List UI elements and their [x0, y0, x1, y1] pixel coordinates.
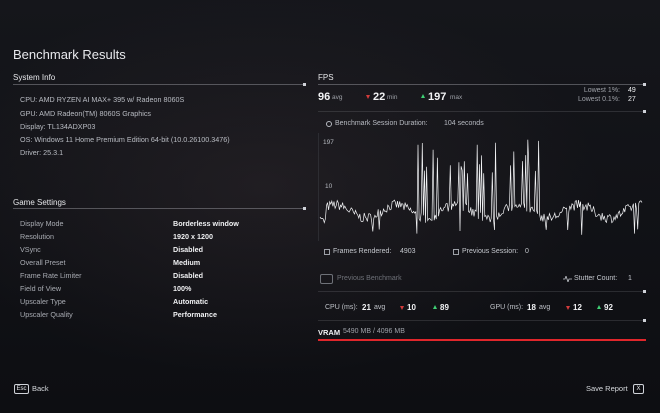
cpu-avg: 21 [362, 303, 371, 312]
previous-benchmark-button[interactable]: Previous Benchmark [337, 275, 402, 282]
setting-label: Display Mode [20, 219, 64, 228]
duration-value: 104 seconds [444, 120, 484, 127]
cpu-min-down-icon [400, 306, 404, 310]
divider [318, 290, 646, 293]
fps-line [319, 139, 643, 235]
fps-min-label: min [387, 94, 398, 101]
page-title: Benchmark Results [13, 47, 126, 62]
gpu-max-up-icon [597, 305, 601, 309]
esc-key-icon: Esc [14, 384, 29, 394]
setting-value: Disabled [173, 245, 203, 254]
divider [318, 83, 646, 86]
fps-avg-label: avg [332, 94, 343, 101]
vram-bar [318, 339, 646, 341]
gpu-avg-value: 18 [527, 303, 536, 312]
back-button[interactable]: Back [32, 384, 49, 393]
cpu-min-value: 10 [407, 303, 416, 312]
previous-session-value: 0 [525, 248, 529, 255]
min-down-icon [366, 95, 370, 99]
frames-checkbox[interactable] [324, 249, 330, 255]
frames-value: 4903 [400, 248, 416, 255]
cpu-avg-value: 21 [362, 303, 371, 312]
setting-label: Upscaler Type [20, 297, 66, 306]
driver-info: Driver: 25.3.1 [20, 148, 64, 157]
setting-value: Medium [173, 258, 201, 267]
gpu-ms-label: GPU (ms): [490, 304, 524, 311]
fps-min: 22 [373, 91, 386, 103]
setting-value: Borderless window [173, 219, 239, 228]
setting-value: Automatic [173, 297, 209, 306]
gpu-min-down-icon [566, 306, 570, 310]
fps-max: 197 [428, 91, 447, 103]
divider [13, 83, 306, 86]
y-tick-label: 197 [323, 139, 334, 146]
gpu-min-value: 12 [573, 303, 582, 312]
max-up-icon [421, 94, 425, 98]
previous-session-checkbox[interactable] [453, 249, 459, 255]
clock-icon [326, 121, 332, 127]
cpu-max: 89 [440, 303, 449, 312]
system-info-title: System Info [13, 73, 56, 82]
gpu-min: 12 [573, 303, 582, 312]
gpu-avg-label: avg [539, 304, 551, 311]
vram-value: 5490 MB / 4096 MB [343, 328, 405, 335]
gpu-avg: 18 [527, 303, 536, 312]
stutter-label: Stutter Count: [574, 275, 618, 282]
divider [13, 207, 306, 210]
cpu-min: 10 [407, 303, 416, 312]
y-tick-label: 10 [325, 183, 333, 190]
frames-label: Frames Rendered: [333, 248, 392, 255]
setting-label: Field of View [20, 284, 62, 293]
fps-chart [318, 133, 643, 241]
cpu-avg-label: avg [374, 304, 386, 311]
setting-label: Resolution [20, 232, 54, 241]
display-info: Display: TL134ADXP03 [20, 122, 96, 131]
fps-max-label: max [450, 94, 463, 101]
vram-label: VRAM [318, 328, 341, 337]
lowest-01-label: Lowest 0.1%: [577, 96, 620, 103]
cpu-max-value: 89 [440, 303, 449, 312]
gpu-max-value: 92 [604, 303, 613, 312]
setting-value: Disabled [173, 271, 203, 280]
previous-benchmark-icon [320, 274, 333, 284]
gpu-info: GPU: AMD Radeon(TM) 8060S Graphics [20, 109, 152, 118]
cpu-max-up-icon [433, 305, 437, 309]
x-key-icon: X [633, 384, 644, 394]
setting-label: Overall Preset [20, 258, 66, 267]
lowest-1-value: 49 [628, 87, 636, 94]
setting-label: Upscaler Quality [20, 310, 73, 319]
lowest-01-value: 27 [628, 96, 636, 103]
divider [318, 110, 646, 113]
setting-value: 100% [173, 284, 192, 293]
lowest-1-label: Lowest 1%: [583, 87, 620, 94]
benchmark-results-panel: Benchmark Results System Info CPU: AMD R… [0, 0, 660, 413]
duration-label: Benchmark Session Duration: [335, 120, 428, 127]
stutter-value: 1 [628, 275, 632, 282]
gpu-max: 92 [604, 303, 613, 312]
game-settings-title: Game Settings [13, 198, 66, 207]
save-report-button[interactable]: Save Report [586, 384, 628, 393]
cpu-info: CPU: AMD RYZEN AI MAX+ 395 w/ Radeon 806… [20, 95, 185, 104]
os-info: OS: Windows 11 Home Premium Edition 64-b… [20, 135, 230, 144]
fps-series [319, 139, 643, 235]
vram-bar-fill [318, 339, 646, 341]
stutter-icon [563, 276, 572, 282]
setting-label: VSync [20, 245, 41, 254]
previous-session-label: Previous Session: [462, 248, 519, 255]
cpu-ms-label: CPU (ms): [325, 304, 358, 311]
divider [318, 319, 646, 322]
fps-title: FPS [318, 73, 334, 82]
setting-value: Performance [173, 310, 217, 319]
setting-label: Frame Rate Limiter [20, 271, 82, 280]
fps-avg: 96 [318, 91, 331, 103]
setting-value: 1920 x 1200 [173, 232, 213, 241]
